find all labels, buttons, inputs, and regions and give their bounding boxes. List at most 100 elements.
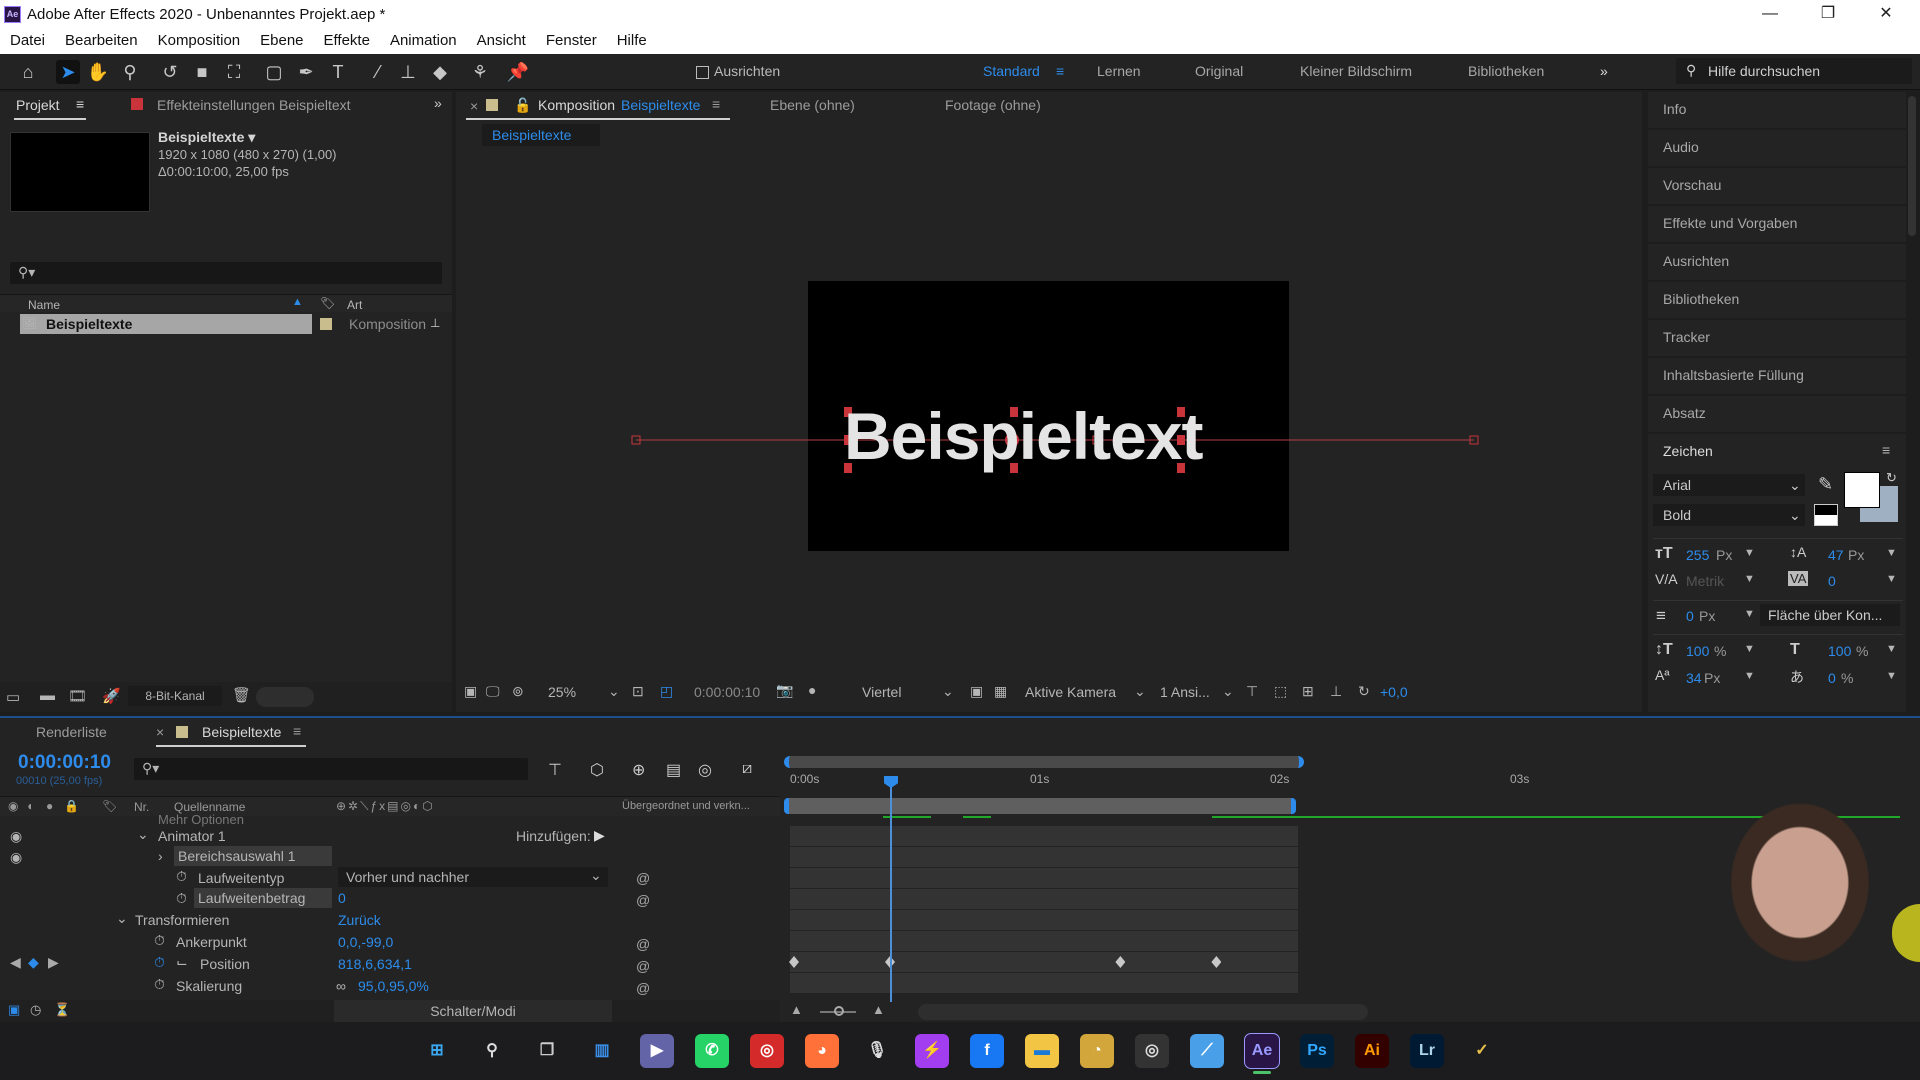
label-tag-icon[interactable]: 🏷: [102, 799, 117, 813]
project-search-input[interactable]: ⚲▾: [10, 262, 442, 284]
fill-color-swatch[interactable]: [1844, 472, 1880, 508]
panel-audio[interactable]: Audio: [1648, 130, 1906, 166]
fast-previews-icon[interactable]: ▣: [970, 683, 983, 700]
flowchart-icon[interactable]: ⊥: [1330, 683, 1342, 700]
chevron-down-icon[interactable]: ▼: [1886, 573, 1897, 585]
taskbar-app-yellow-icon[interactable]: ◔: [1080, 1034, 1114, 1068]
stopwatch-icon[interactable]: ⏱: [176, 890, 187, 907]
snap-checkbox[interactable]: [696, 66, 709, 79]
stroke-mode-select[interactable]: Fläche über Kon...: [1760, 604, 1900, 626]
selection-tool-icon[interactable]: ➤: [56, 60, 80, 84]
stopwatch-icon[interactable]: ⏱: [176, 868, 187, 885]
expand-chevron-icon[interactable]: ⌄: [137, 826, 149, 843]
pen-tool-icon[interactable]: ✒: [294, 60, 318, 84]
close-button[interactable]: ✕: [1858, 0, 1914, 30]
property-value[interactable]: 0: [338, 890, 346, 906]
playhead[interactable]: [884, 776, 898, 1002]
snapshot-icon[interactable]: 📷: [776, 682, 793, 699]
expression-pickwhip-icon[interactable]: @: [636, 980, 650, 996]
work-area-bar[interactable]: [784, 798, 1296, 814]
vertical-scale-value[interactable]: 100: [1686, 643, 1709, 659]
track-row[interactable]: [790, 973, 1298, 993]
property-label[interactable]: Transformieren: [135, 912, 229, 928]
menu-bearbeiten[interactable]: Bearbeiten: [55, 30, 148, 54]
frame-blending-icon[interactable]: ▤: [666, 760, 681, 780]
chevron-down-icon[interactable]: ▼: [1886, 643, 1897, 655]
resolution-select[interactable]: Viertel: [862, 684, 901, 700]
stopwatch-active-icon[interactable]: ⏱: [154, 954, 165, 971]
stopwatch-icon[interactable]: ⏱: [154, 976, 165, 993]
menu-ansicht[interactable]: Ansicht: [467, 30, 536, 54]
panel-info[interactable]: Info: [1648, 92, 1906, 128]
clone-stamp-tool-icon[interactable]: ⊥: [396, 60, 420, 84]
chevron-down-icon[interactable]: ▼: [1744, 643, 1755, 655]
visibility-eye-icon[interactable]: ◉: [10, 828, 22, 845]
workspace-bibliotheken[interactable]: Bibliotheken: [1468, 63, 1544, 79]
taskbar-ae-icon[interactable]: Ae: [1244, 1033, 1280, 1069]
panel-menu-icon[interactable]: ≡: [76, 96, 84, 112]
tracking-value[interactable]: 0: [1828, 573, 1836, 589]
grid-toggle-icon[interactable]: ▦: [994, 683, 1007, 700]
puppet-pin-tool-icon[interactable]: 📌: [506, 60, 530, 84]
zoom-select[interactable]: 25%: [548, 684, 576, 700]
zoom-tool-icon[interactable]: ⚲: [118, 60, 142, 84]
property-value[interactable]: 95,0,95,0%: [358, 978, 429, 994]
monitor-icon[interactable]: 🖵: [486, 683, 500, 700]
leading-value[interactable]: 47: [1828, 547, 1844, 563]
home-icon[interactable]: ⌂: [16, 60, 40, 84]
draft-3d-icon[interactable]: ⬚: [1274, 683, 1287, 700]
workspace-lernen[interactable]: Lernen: [1097, 63, 1141, 79]
graph-editor-icon[interactable]: ⧄: [742, 760, 752, 778]
panel-absatz[interactable]: Absatz: [1648, 396, 1906, 432]
taskbar-podcast-mic-icon[interactable]: 🎙: [860, 1034, 894, 1068]
timeline-horizontal-scrollbar[interactable]: [918, 1004, 1368, 1020]
font-size-value[interactable]: 255: [1686, 547, 1709, 563]
zoom-out-icon[interactable]: ▲: [790, 1002, 803, 1017]
column-nr[interactable]: Nr.: [134, 800, 149, 814]
views-select[interactable]: 1 Ansi...: [1160, 684, 1210, 700]
exposure-value[interactable]: +0,0: [1380, 684, 1408, 700]
taskbar-whatsapp-icon[interactable]: ✆: [695, 1034, 729, 1068]
tracking-type-select[interactable]: Vorher und nachher ⌄: [338, 867, 608, 887]
comp-timecode[interactable]: 0:00:00:10: [694, 684, 760, 700]
chevron-down-icon[interactable]: ▼: [1744, 547, 1755, 559]
panel-menu-icon[interactable]: ≡: [293, 723, 301, 739]
swap-colors-icon[interactable]: ↻: [1886, 470, 1897, 486]
taskbar-file-explorer-icon[interactable]: ▬: [1025, 1034, 1059, 1068]
eyedropper-icon[interactable]: ✎: [1818, 474, 1833, 495]
baseline-shift-value[interactable]: 34: [1686, 670, 1702, 686]
next-keyframe-icon[interactable]: ▶: [48, 954, 59, 971]
eraser-tool-icon[interactable]: ◆: [428, 60, 452, 84]
chevron-down-icon[interactable]: ⌄: [1134, 683, 1146, 700]
minimize-button[interactable]: —: [1742, 0, 1798, 30]
property-label[interactable]: Bereichsauswahl 1: [174, 846, 332, 866]
menu-animation[interactable]: Animation: [380, 30, 467, 54]
timeline-search-input[interactable]: ⚲▾: [134, 758, 528, 780]
taskbar-ps-icon[interactable]: Ps: [1300, 1034, 1334, 1068]
transparency-grid-icon[interactable]: ◰: [660, 683, 673, 700]
transfer-controls-icon[interactable]: ◷: [30, 1002, 41, 1018]
font-style-select[interactable]: Bold ⌄: [1653, 504, 1805, 526]
property-label[interactable]: Skalierung: [176, 978, 242, 994]
render-time-icon[interactable]: ⏳: [54, 1002, 70, 1018]
panel-overflow-icon[interactable]: »: [434, 95, 442, 111]
stopwatch-icon[interactable]: ⏱: [154, 932, 165, 949]
pan-behind-tool-icon[interactable]: ⛶: [222, 60, 246, 84]
taskbar-facebook-icon[interactable]: f: [970, 1034, 1004, 1068]
expression-pickwhip-icon[interactable]: @: [636, 870, 650, 886]
thumbnail-transparency-toggle[interactable]: [256, 687, 314, 707]
property-value[interactable]: 0,0,-99,0: [338, 934, 393, 950]
visibility-eye-icon[interactable]: ◉: [10, 849, 22, 866]
expression-pickwhip-icon[interactable]: @: [636, 892, 650, 908]
property-label[interactable]: Ankerpunkt: [176, 934, 247, 950]
tab-effekteinstellungen[interactable]: Effekteinstellungen Beispieltext: [157, 97, 351, 113]
taskbar-lr-icon[interactable]: Lr: [1410, 1034, 1444, 1068]
panel-inhaltsbasierte-fuellung[interactable]: Inhaltsbasierte Füllung: [1648, 358, 1906, 394]
rotate-tool-icon[interactable]: ↺: [158, 60, 182, 84]
column-type[interactable]: Art: [347, 298, 362, 312]
workspace-standard[interactable]: Standard: [983, 63, 1040, 79]
toggle-pixel-aspect-icon[interactable]: ⊤: [1246, 683, 1258, 700]
constrain-proportions-icon[interactable]: ∞: [336, 978, 346, 994]
video-toggle-icon[interactable]: ◉: [8, 799, 18, 813]
taskbar-messenger-icon[interactable]: ⚡: [915, 1034, 949, 1068]
